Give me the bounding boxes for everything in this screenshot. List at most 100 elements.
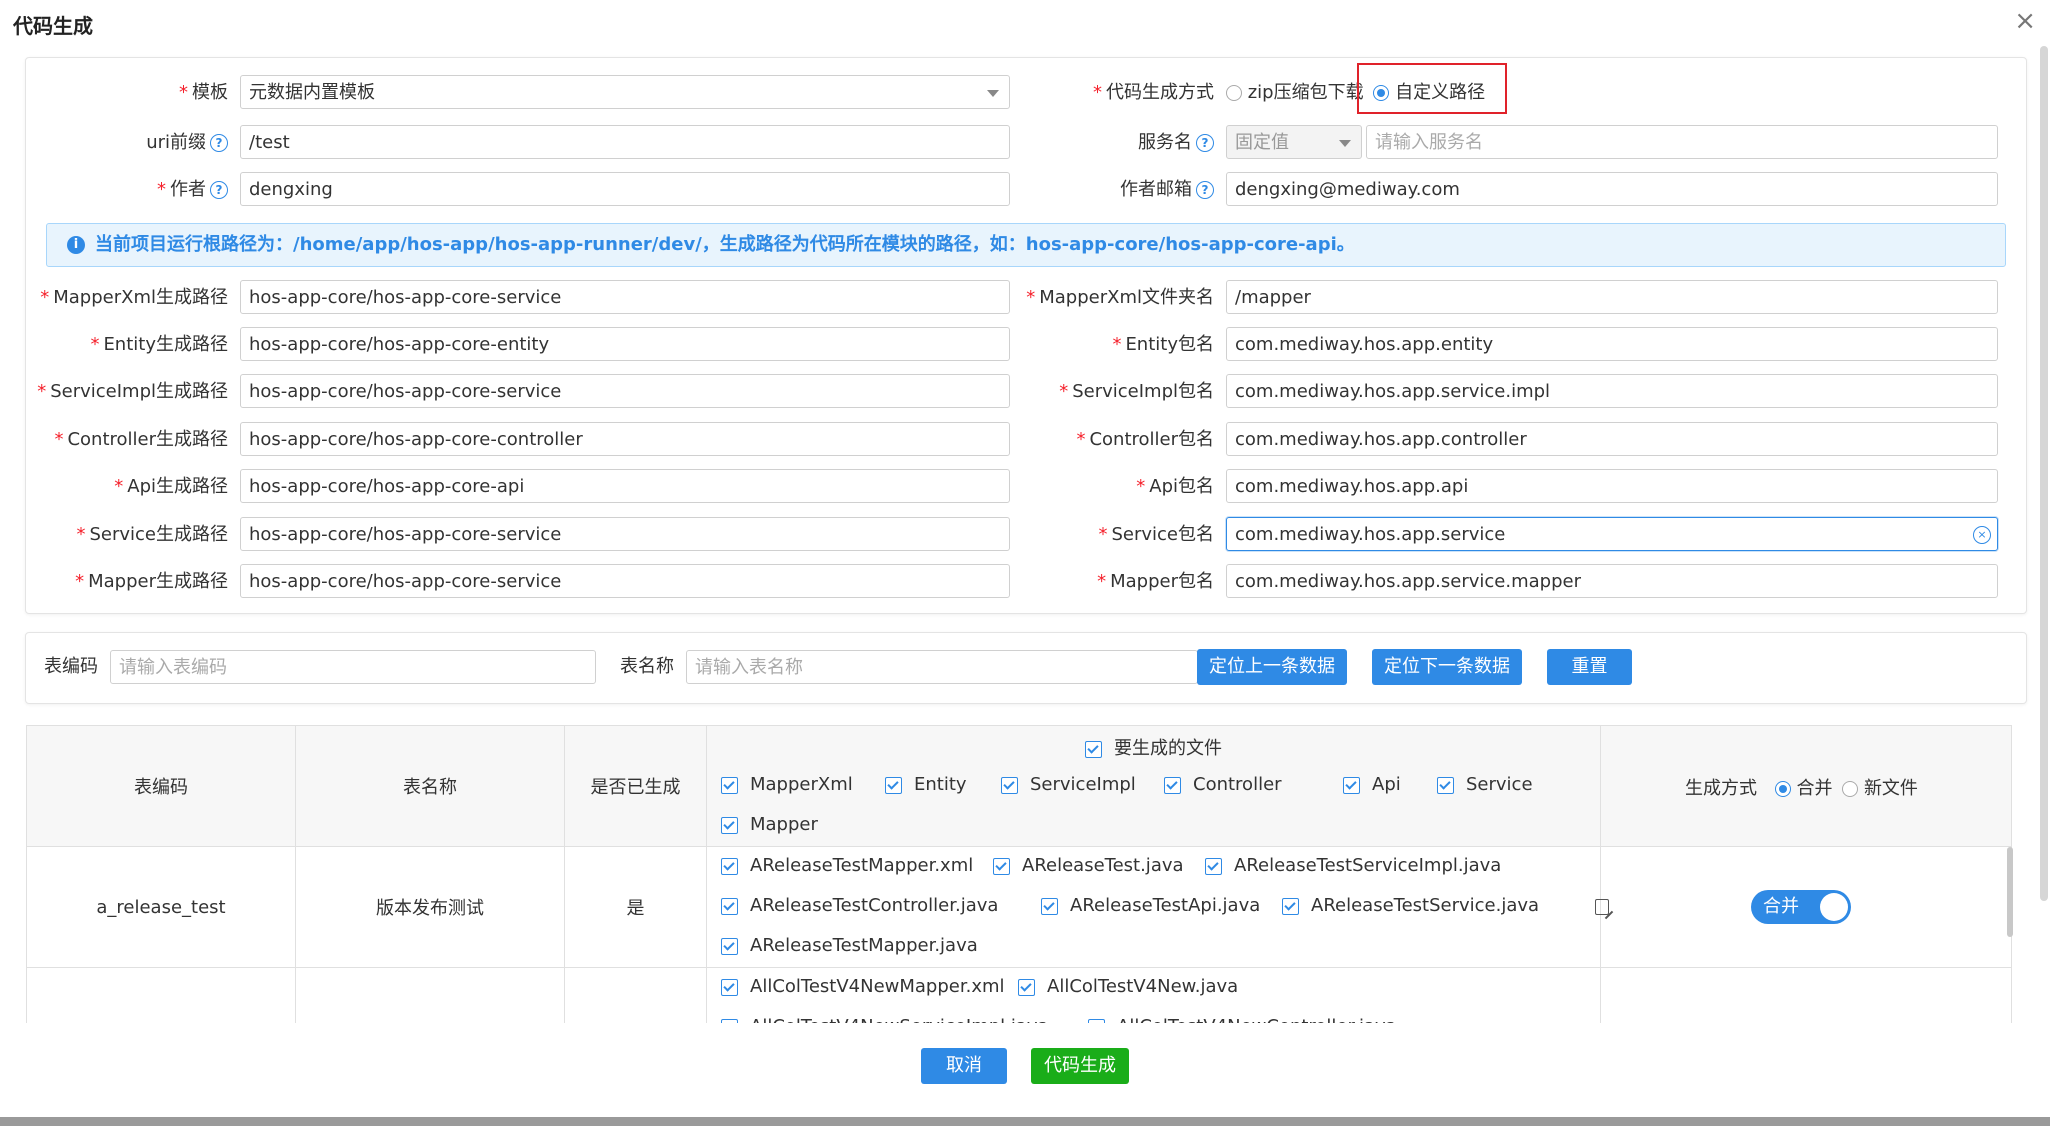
clear-icon[interactable]: × — [1973, 526, 1991, 544]
select-all-files-checkbox[interactable]: 要生成的文件 — [1085, 734, 1222, 760]
serviceimpl-package-label: * ServiceImpl包名 — [1059, 381, 1214, 402]
author-email-input[interactable]: dengxing@mediway.com — [1226, 172, 1998, 206]
mapper-path-label: * Mapper生成路径 — [75, 571, 228, 592]
controller-package-label: * Controller包名 — [1076, 429, 1214, 450]
file-checkbox[interactable]: AReleaseTestApi.java — [1041, 895, 1260, 916]
table-grid: 表编码 表名称 是否已生成 要生成的文件 MapperXml Entity Se… — [26, 725, 2012, 1024]
filetype-checkbox[interactable]: Service — [1437, 774, 1533, 795]
service-package-input[interactable]: com.mediway.hos.app.service × — [1226, 517, 1998, 551]
chevron-down-icon — [1339, 140, 1351, 147]
file-checkbox[interactable]: AReleaseTestMapper.java — [721, 935, 978, 956]
highlight-box — [1357, 63, 1507, 114]
help-icon[interactable]: ? — [1196, 181, 1214, 199]
table-scrollbar[interactable] — [2007, 847, 2013, 937]
controller-package-input[interactable]: com.mediway.hos.app.controller — [1226, 422, 1998, 456]
file-checkbox[interactable]: AReleaseTestMapper.xml — [721, 855, 973, 876]
api-package-input[interactable]: com.mediway.hos.app.api — [1226, 469, 1998, 503]
file-checkbox[interactable]: AllColTestV4NewMapper.xml — [721, 976, 1005, 997]
service-name-type-select[interactable]: 固定值 — [1226, 125, 1362, 159]
table-code-label: 表编码 — [44, 656, 98, 677]
mapperxml-folder-label: * MapperXml文件夹名 — [1026, 287, 1214, 308]
service-name-input[interactable]: 请输入服务名 — [1366, 125, 1998, 159]
config-form-card: * 模板 元数据内置模板 * 代码生成方式 zip压缩包下载 自定义路径 uri前缀… — [25, 57, 2027, 614]
entity-path-label: * Entity生成路径 — [90, 334, 228, 355]
filetype-checkbox[interactable]: Controller — [1164, 774, 1282, 795]
file-checkbox[interactable]: AllColTestV4New.java — [1018, 976, 1238, 997]
file-checkbox[interactable]: AReleaseTestServiceImpl.java — [1205, 855, 1501, 876]
dialog-scrollbar[interactable] — [2040, 46, 2048, 901]
reset-button[interactable]: 重置 — [1547, 649, 1632, 685]
info-icon: i — [67, 236, 85, 254]
generate-code-button[interactable]: 代码生成 — [1031, 1048, 1129, 1084]
form-row-serviceimpl: * ServiceImpl生成路径 hos-app-core/hos-app-co… — [26, 374, 2026, 414]
api-path-input[interactable]: hos-app-core/hos-app-core-api — [240, 469, 1010, 503]
radio-zip[interactable]: zip压缩包下载 — [1226, 82, 1364, 103]
form-row-controller: * Controller生成路径 hos-app-core/hos-app-cor… — [26, 422, 2026, 462]
header-table-name: 表名称 — [296, 726, 565, 847]
serviceimpl-path-input[interactable]: hos-app-core/hos-app-core-service — [240, 374, 1010, 408]
prev-record-button[interactable]: 定位上一条数据 — [1197, 649, 1347, 685]
help-icon[interactable]: ? — [210, 181, 228, 199]
author-input[interactable]: dengxing — [240, 172, 1010, 206]
merge-toggle[interactable]: 合并 — [1751, 890, 1851, 924]
form-row-api: * Api生成路径 hos-app-core/hos-app-core-api *… — [26, 469, 2026, 509]
entity-path-input[interactable]: hos-app-core/hos-app-core-entity — [240, 327, 1010, 361]
row-table-name — [296, 968, 565, 1024]
row-table-code — [26, 968, 296, 1024]
mapperxml-path-label: * MapperXml生成路径 — [40, 287, 228, 308]
file-checkbox[interactable]: AReleaseTestController.java — [721, 895, 998, 916]
next-record-button[interactable]: 定位下一条数据 — [1372, 649, 1522, 685]
author-email-label: 作者邮箱? — [1026, 172, 1214, 208]
help-icon[interactable]: ? — [210, 134, 228, 152]
form-row-entity: * Entity生成路径 hos-app-core/hos-app-core-en… — [26, 327, 2026, 367]
filetype-checkbox[interactable]: MapperXml — [721, 774, 853, 795]
form-row-uri: uri前缀? /test 服务名? 固定值 请输入服务名 — [26, 125, 2026, 165]
uri-prefix-input[interactable]: /test — [240, 125, 1010, 159]
mapperxml-path-input[interactable]: hos-app-core/hos-app-core-service — [240, 280, 1010, 314]
row-gen-mode: 合并 — [1601, 847, 2012, 968]
mapper-package-label: * Mapper包名 — [1097, 571, 1214, 592]
table-code-input[interactable]: 请输入表编码 — [110, 650, 596, 684]
form-row-service: * Service生成路径 hos-app-core/hos-app-core-s… — [26, 517, 2026, 557]
controller-path-input[interactable]: hos-app-core/hos-app-core-controller — [240, 422, 1010, 456]
row-table-code: a_release_test — [26, 847, 296, 968]
filetype-checkbox[interactable]: Mapper — [721, 814, 818, 835]
help-icon[interactable]: ? — [1196, 134, 1214, 152]
row-generated — [565, 968, 707, 1024]
filetype-checkbox[interactable]: ServiceImpl — [1001, 774, 1136, 795]
service-path-input[interactable]: hos-app-core/hos-app-core-service — [240, 517, 1010, 551]
api-path-label: * Api生成路径 — [114, 476, 228, 497]
cancel-button[interactable]: 取消 — [921, 1048, 1007, 1084]
close-icon[interactable]: × — [2014, 6, 2036, 36]
form-row-mapper: * Mapper生成路径 hos-app-core/hos-app-core-se… — [26, 564, 2026, 604]
template-label: * 模板 — [179, 82, 228, 103]
filetype-checkbox[interactable]: Entity — [885, 774, 967, 795]
mapper-package-input[interactable]: com.mediway.hos.app.service.mapper — [1226, 564, 1998, 598]
gen-mode-label: 生成方式 — [1685, 778, 1757, 799]
radio-merge[interactable]: 合并 — [1774, 778, 1832, 799]
header-table-code: 表编码 — [26, 726, 296, 847]
filetype-checkbox[interactable]: Api — [1343, 774, 1401, 795]
file-checkbox[interactable]: AReleaseTest.java — [993, 855, 1184, 876]
entity-package-label: * Entity包名 — [1112, 334, 1214, 355]
dialog-titlebar: 代码生成 × — [0, 0, 2050, 44]
file-checkbox[interactable]: AReleaseTestService.java — [1282, 895, 1539, 916]
table-name-input[interactable]: 请输入表名称 — [686, 650, 1198, 684]
table-name-label: 表名称 — [620, 656, 674, 677]
author-label: * 作者? — [26, 172, 228, 208]
serviceimpl-package-input[interactable]: com.mediway.hos.app.service.impl — [1226, 374, 1998, 408]
serviceimpl-path-label: * ServiceImpl生成路径 — [37, 381, 228, 402]
radio-new-file[interactable]: 新文件 — [1842, 778, 1918, 799]
service-package-label: * Service包名 — [1098, 524, 1214, 545]
entity-package-input[interactable]: com.mediway.hos.app.entity — [1226, 327, 1998, 361]
template-select[interactable]: 元数据内置模板 — [240, 75, 1010, 109]
code-generation-dialog: 代码生成 × * 模板 元数据内置模板 * 代码生成方式 zip压缩包下载 自定义路… — [0, 0, 2050, 1126]
row-files: AllColTestV4NewMapper.xml AllColTestV4Ne… — [707, 968, 1601, 1024]
mapperxml-folder-input[interactable]: /mapper — [1226, 280, 1998, 314]
header-files: 要生成的文件 MapperXml Entity ServiceImpl Cont… — [707, 726, 1601, 847]
row-generated: 是 — [565, 847, 707, 968]
mapper-path-input[interactable]: hos-app-core/hos-app-core-service — [240, 564, 1010, 598]
filter-card: 表编码 请输入表编码 表名称 请输入表名称 定位上一条数据 定位下一条数据 重置 — [25, 632, 2027, 704]
bottom-edge — [0, 1117, 2050, 1126]
dialog-title: 代码生成 — [13, 14, 93, 38]
